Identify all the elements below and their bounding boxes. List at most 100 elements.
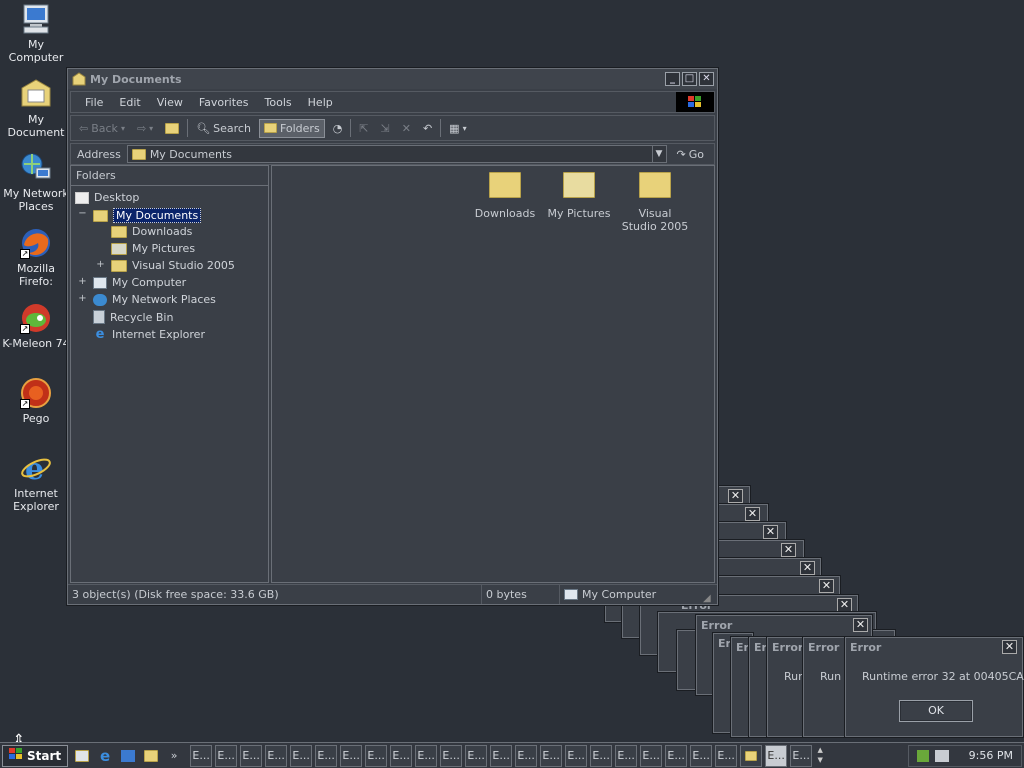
task-button[interactable]: E...	[665, 744, 688, 767]
task-button[interactable]: E...	[190, 744, 213, 767]
task-button-active[interactable]: E...	[765, 744, 788, 767]
chevron-down-icon[interactable]: ▼	[651, 146, 666, 162]
tree-item-visual-studio-2005[interactable]: Visual Studio 2005	[111, 259, 235, 272]
task-button[interactable]: E...	[315, 744, 338, 767]
tree-item-downloads[interactable]: Downloads	[111, 225, 192, 238]
ok-button[interactable]: OK	[899, 700, 973, 722]
desktop-icon-k-meleon[interactable]: ↗ K-Meleon 74	[0, 302, 72, 350]
task-button[interactable]: E...	[590, 744, 613, 767]
close-button[interactable]: ✕	[699, 72, 714, 86]
expand-icon[interactable]: +	[96, 259, 105, 270]
maximize-button[interactable]: □	[682, 72, 697, 86]
task-button[interactable]: E...	[290, 744, 313, 767]
error-dialog[interactable]: Error Run	[803, 637, 847, 737]
clock[interactable]: 9:56 PM	[969, 749, 1013, 762]
desktop-icon-network-places[interactable]: My Network Places	[0, 152, 72, 213]
quicklaunch-chevron[interactable]: »	[165, 747, 183, 765]
menu-help[interactable]: Help	[300, 96, 341, 109]
expand-icon[interactable]: +	[78, 276, 87, 287]
menu-tools[interactable]: Tools	[257, 96, 300, 109]
tree-item-desktop[interactable]: Desktop	[75, 191, 139, 204]
search-folder-icon[interactable]	[142, 747, 160, 765]
task-button[interactable]: E...	[515, 744, 538, 767]
close-icon[interactable]: ✕	[837, 598, 852, 612]
file-list-pane[interactable]: Downloads My Pictures Visual Studio 2005	[271, 165, 715, 583]
close-icon[interactable]: ✕	[819, 579, 834, 593]
desktop-icon-my-computer[interactable]: My Computer	[0, 3, 72, 64]
menu-file[interactable]: File	[77, 96, 111, 109]
error-dialog[interactable]: Error Run	[767, 637, 807, 737]
go-button[interactable]: ↷ Go	[673, 146, 708, 163]
task-button[interactable]: E...	[340, 744, 363, 767]
close-icon[interactable]: ✕	[781, 543, 796, 557]
task-button[interactable]: E...	[790, 744, 813, 767]
copy-to-button[interactable]: ⇲	[377, 120, 394, 137]
address-input[interactable]: My Documents ▼	[126, 145, 667, 163]
menu-edit[interactable]: Edit	[111, 96, 148, 109]
close-icon[interactable]: ✕	[853, 618, 868, 632]
file-item-visual-studio-2005[interactable]: Visual Studio 2005	[620, 172, 690, 233]
menu-view[interactable]: View	[149, 96, 191, 109]
task-button[interactable]: E...	[390, 744, 413, 767]
outlook-icon[interactable]	[119, 747, 137, 765]
taskbar-scroll[interactable]: ▲ ▼	[814, 745, 826, 767]
views-button[interactable]: ▦ ▾	[445, 120, 470, 137]
delete-button[interactable]: ✕	[398, 120, 415, 137]
collapse-icon[interactable]: −	[78, 208, 87, 219]
expand-icon[interactable]: +	[78, 293, 87, 304]
task-button[interactable]: E...	[265, 744, 288, 767]
tree-item-my-computer[interactable]: My Computer	[93, 276, 186, 289]
menu-favorites[interactable]: Favorites	[191, 96, 257, 109]
tree-item-my-pictures[interactable]: My Pictures	[111, 242, 195, 255]
task-button[interactable]: E...	[490, 744, 513, 767]
close-icon[interactable]: ✕	[745, 507, 760, 521]
title-bar[interactable]: My Documents _ □ ✕	[68, 69, 717, 89]
task-button[interactable]: E...	[415, 744, 438, 767]
tree-item-my-network-places[interactable]: My Network Places	[93, 293, 216, 306]
error-title: Error	[850, 640, 882, 654]
forward-button[interactable]: ⇨ ▾	[133, 120, 157, 137]
show-desktop-icon[interactable]	[73, 747, 91, 765]
minimize-button[interactable]: _	[665, 72, 680, 86]
task-button[interactable]: E...	[215, 744, 238, 767]
search-button[interactable]: 🔍︎ Search	[192, 120, 255, 137]
history-button[interactable]: ◔	[329, 120, 347, 137]
task-button[interactable]: E...	[465, 744, 488, 767]
internet-explorer-icon[interactable]: e	[96, 747, 114, 765]
task-button[interactable]: E...	[615, 744, 638, 767]
tray-app-icon[interactable]	[916, 749, 929, 762]
tree-item-recycle-bin[interactable]: Recycle Bin	[93, 310, 173, 324]
move-to-button[interactable]: ⇱	[355, 120, 372, 137]
address-bar: Address My Documents ▼ ↷ Go	[70, 143, 715, 165]
desktop-icon-my-documents[interactable]: My Document	[0, 78, 72, 139]
desktop-icon-firefox[interactable]: ↗ Mozilla Firefo:	[0, 227, 72, 288]
close-icon[interactable]: ✕	[1002, 640, 1017, 654]
task-button[interactable]: E...	[440, 744, 463, 767]
desktop-icon-pego[interactable]: ↗ Pego	[0, 377, 72, 425]
task-button[interactable]: E...	[540, 744, 563, 767]
close-icon[interactable]: ✕	[728, 489, 743, 503]
folders-button[interactable]: Folders	[258, 118, 325, 138]
error-message: Run	[784, 670, 806, 683]
start-button[interactable]: Start	[2, 744, 69, 767]
task-button-explorer[interactable]	[740, 744, 763, 767]
task-button[interactable]: E...	[640, 744, 663, 767]
tray-network-icon[interactable]	[934, 749, 949, 762]
task-button[interactable]: E...	[565, 744, 588, 767]
undo-button[interactable]: ↶	[419, 120, 436, 137]
error-dialog-front[interactable]: Error ✕ Runtime error 32 at 00405CAA OK	[845, 637, 1024, 737]
back-button[interactable]: ⇦ Back ▾	[75, 120, 129, 137]
task-button[interactable]: E...	[690, 744, 713, 767]
tree-item-internet-explorer[interactable]: e Internet Explorer	[93, 327, 205, 342]
task-button[interactable]: E...	[365, 744, 388, 767]
desktop-icon-internet-explorer[interactable]: e Internet Explorer	[0, 452, 72, 513]
file-item-downloads[interactable]: Downloads	[472, 172, 538, 220]
task-button[interactable]: E...	[715, 744, 738, 767]
resize-grip-icon[interactable]: ◢	[703, 593, 717, 604]
up-folder-button[interactable]	[161, 121, 183, 136]
task-button[interactable]: E...	[240, 744, 263, 767]
explorer-window[interactable]: My Documents _ □ ✕ File Edit View Favori…	[67, 68, 718, 605]
close-icon[interactable]: ✕	[763, 525, 778, 539]
file-item-my-pictures[interactable]: My Pictures	[546, 172, 612, 220]
tree-item-my-documents[interactable]: My Documents	[93, 208, 202, 223]
